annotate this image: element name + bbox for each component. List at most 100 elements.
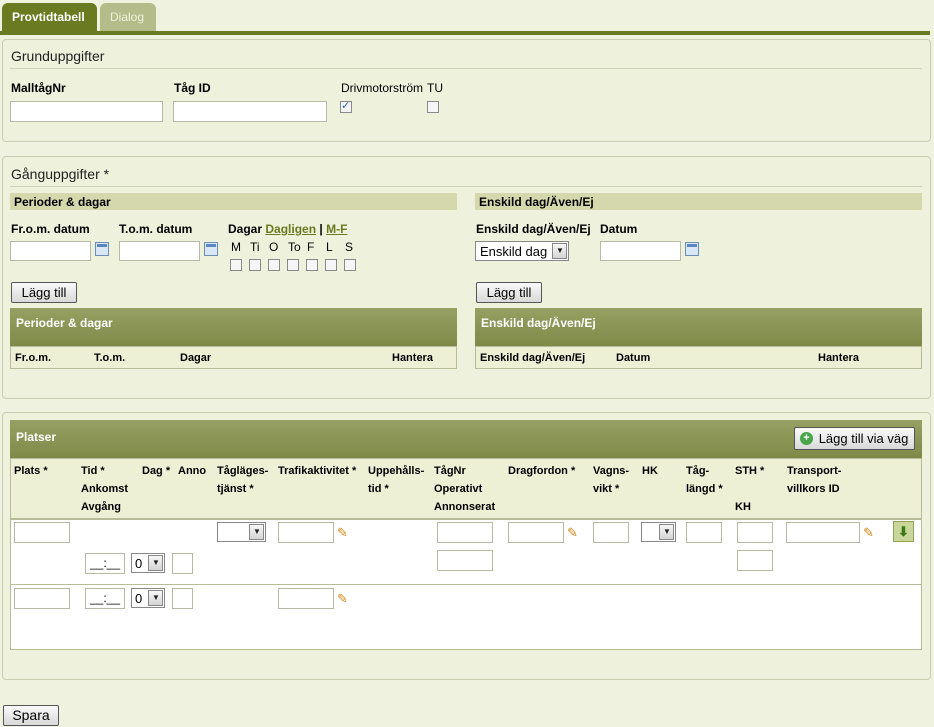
chevron-down-icon [148, 590, 163, 606]
col-uppehallstid: Uppehålls- [368, 465, 425, 477]
tu-label: TU [427, 81, 443, 95]
datum-label: Datum [600, 222, 638, 236]
plus-circle-icon: + [800, 432, 813, 445]
day-label-ti: Ti [250, 240, 260, 254]
anno-input[interactable] [172, 588, 193, 609]
day-checkbox-l[interactable] [325, 259, 337, 271]
day-checkbox-to[interactable] [287, 259, 299, 271]
col-dragfordon: Dragfordon * [508, 465, 576, 477]
dag-select-value: 0 [135, 591, 143, 606]
col-taglage: Tågläges- [217, 465, 269, 477]
perioder-grid-columns: Fr.o.m. T.o.m. Dagar Hantera [10, 346, 457, 369]
pencil-icon[interactable]: ✎ [337, 526, 351, 540]
add-via-road-button[interactable]: + Lägg till via väg [794, 427, 915, 450]
col-transport: Transport- [787, 465, 842, 477]
plats-input[interactable] [14, 588, 70, 609]
from-date-label: Fr.o.m. datum [11, 222, 90, 236]
calendar-icon[interactable] [95, 242, 109, 256]
dag-select[interactable]: 0 [131, 588, 165, 608]
trafikaktivitet-input[interactable] [278, 588, 334, 609]
tagid-input[interactable] [173, 101, 327, 122]
pencil-icon[interactable]: ✎ [337, 592, 351, 606]
tab-underline [0, 31, 930, 35]
day-label-l: L [326, 240, 333, 254]
grunduppgifter-panel [2, 39, 931, 142]
divider [10, 68, 922, 69]
col-kh: KH [735, 501, 751, 513]
col-hantera: Hantera [392, 352, 433, 364]
tab-dialog[interactable]: Dialog [100, 3, 156, 32]
tagnr-operativt-input[interactable] [437, 522, 493, 543]
dag-select[interactable]: 0 [131, 553, 165, 573]
tom-date-label: T.o.m. datum [119, 222, 193, 236]
enskild-select[interactable]: Enskild dag [475, 241, 569, 261]
col-hk: HK [642, 465, 658, 477]
enskild-label: Enskild dag/Även/Ej [476, 222, 591, 236]
dagligen-link[interactable]: Dagligen [265, 222, 316, 236]
col-tom: T.o.m. [94, 352, 126, 364]
save-button[interactable]: Spara [3, 705, 59, 726]
day-label-s: S [345, 240, 354, 254]
malltagnr-input[interactable] [10, 101, 163, 122]
sth-input[interactable] [737, 522, 773, 543]
col-from: Fr.o.m. [15, 352, 52, 364]
tagnr-annonserat-input[interactable] [437, 550, 493, 571]
tab-provtidtabell[interactable]: Provtidtabell [2, 3, 97, 32]
trafikaktivitet-input[interactable] [278, 522, 334, 543]
col-operativt: Operativt [434, 483, 483, 495]
col-ankomst: Ankomst [81, 483, 129, 495]
col-tid: Tid * [81, 465, 105, 477]
datum-input[interactable] [600, 241, 681, 261]
calendar-icon[interactable] [685, 242, 699, 256]
day-label-to: To [288, 240, 301, 254]
col-taglangd-2: längd * [686, 483, 723, 495]
plats-input[interactable] [14, 522, 70, 543]
tom-date-input[interactable] [119, 241, 200, 261]
taglagestjanst-select[interactable] [217, 522, 266, 542]
dragfordon-input[interactable] [508, 522, 564, 543]
pencil-icon[interactable]: ✎ [863, 526, 877, 540]
tagid-label: Tåg ID [174, 81, 211, 95]
add-period-button[interactable]: Lägg till [11, 282, 77, 303]
col-vagnsvikt-2: vikt * [593, 483, 620, 495]
day-checkbox-m[interactable] [230, 259, 242, 271]
chevron-down-icon [659, 524, 674, 540]
taglangd-input[interactable] [686, 522, 722, 543]
grunduppgifter-title: Grunduppgifter [11, 48, 105, 64]
platser-grid-header: Platser [10, 420, 922, 458]
drivmotorstrom-checkbox[interactable] [340, 99, 352, 113]
kh-input[interactable] [737, 550, 773, 571]
col-tagnr: TågNr [434, 465, 466, 477]
enskild-grid-title: Enskild dag/Även/Ej [481, 316, 596, 330]
day-label-f: F [307, 240, 315, 254]
col-dag: Dag * [142, 465, 171, 477]
add-enskild-button[interactable]: Lägg till [476, 282, 542, 303]
dagar-label: Dagar Dagligen | M-F [228, 222, 347, 236]
col-enskild: Enskild dag/Även/Ej [480, 352, 586, 364]
day-checkbox-ti[interactable] [249, 259, 261, 271]
ganguppgifter-title: Gånguppgifter * [11, 166, 110, 182]
pencil-icon[interactable]: ✎ [567, 526, 581, 540]
anno-input[interactable] [172, 553, 193, 574]
vagnsvikt-input[interactable] [593, 522, 629, 543]
dagar-text: Dagar [228, 222, 263, 236]
hk-select[interactable] [641, 522, 676, 542]
arrow-down-icon[interactable]: ⬇ [893, 521, 914, 542]
time-input[interactable]: __:__ [85, 553, 125, 574]
tu-checkbox[interactable] [427, 101, 439, 113]
day-checkbox-f[interactable] [306, 259, 318, 271]
time-input[interactable]: __:__ [85, 588, 125, 609]
from-date-input[interactable] [10, 241, 91, 261]
day-checkbox-s[interactable] [344, 259, 356, 271]
m-f-link[interactable]: M-F [326, 222, 347, 236]
transportvillkor-input[interactable] [786, 522, 860, 543]
divider [10, 186, 922, 187]
day-checkbox-o[interactable] [268, 259, 280, 271]
malltagnr-label: MalltågNr [11, 81, 66, 95]
calendar-icon[interactable] [204, 242, 218, 256]
col-avgang: Avgång [81, 501, 121, 513]
col-taglage-2: tjänst * [217, 483, 254, 495]
add-via-road-label: Lägg till via väg [818, 431, 909, 446]
col-annonserat: Annonserat [434, 501, 496, 513]
col-datum: Datum [616, 352, 651, 364]
